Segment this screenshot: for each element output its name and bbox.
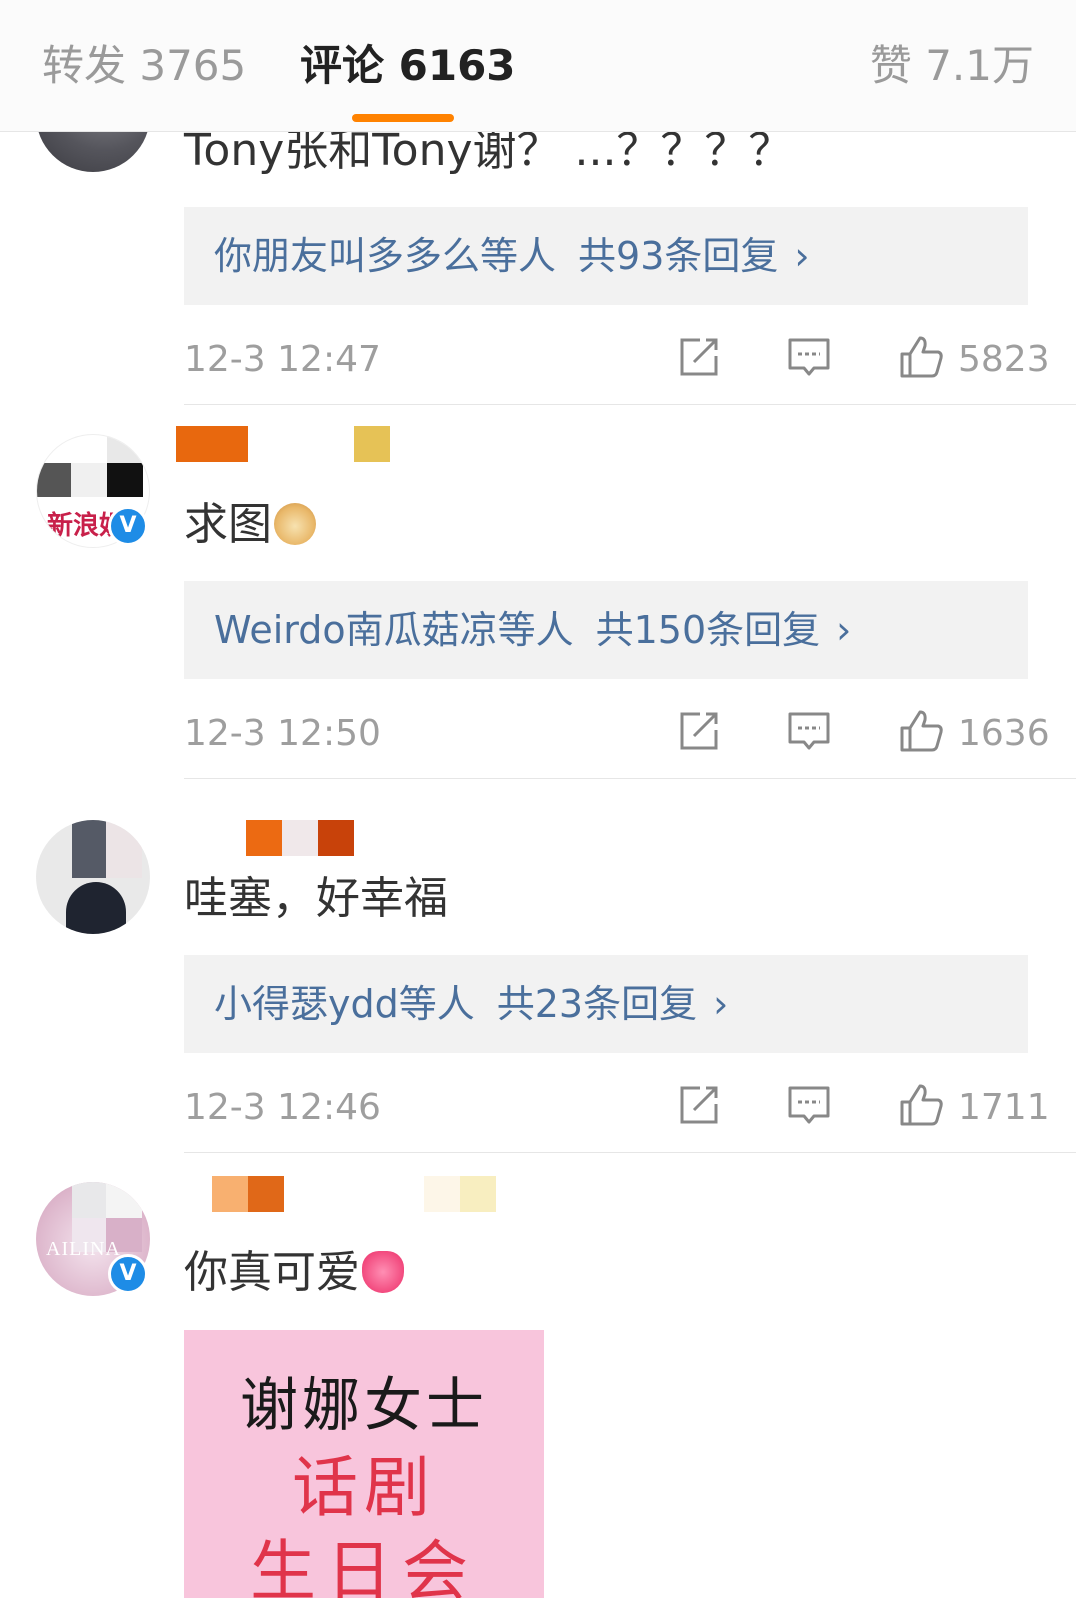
user-badge-2 [460, 1176, 496, 1212]
like-count: 5823 [958, 339, 1050, 380]
like-count: 1711 [958, 1087, 1050, 1128]
chevron-right-icon: › [713, 982, 729, 1026]
user-badge [424, 1176, 460, 1212]
comment-meta: 12-3 12:47 5823 [184, 332, 1050, 388]
tab-bar: 转发 3765 评论 6163 赞 7.1万 [0, 0, 1076, 132]
comment-time: 12-3 12:46 [184, 1087, 381, 1128]
username-redacted-2 [248, 1176, 284, 1212]
reply-users: 小得瑟ydd等人 [214, 982, 475, 1026]
reply-users: 你朋友叫多多么等人 [214, 234, 557, 278]
share-icon[interactable] [674, 332, 724, 382]
like-count: 1636 [958, 713, 1050, 754]
user-badge [354, 426, 390, 462]
reply-count: 共23条回复 [496, 982, 698, 1026]
verified-badge: V [108, 506, 148, 546]
tab-like[interactable]: 赞 7.1万 [870, 36, 1034, 96]
thumbs-up-icon[interactable] [896, 706, 946, 756]
avatar-text: AILINA [46, 1238, 121, 1260]
divider [184, 1152, 1076, 1153]
verified-badge: V [108, 1254, 148, 1294]
divider [184, 778, 1076, 779]
comment-time: 12-3 12:47 [184, 339, 381, 380]
chevron-right-icon: › [836, 608, 852, 652]
reply-users: Weirdo南瓜菇凉等人 [214, 608, 574, 652]
comment-meta: 12-3 12:50 1636 [184, 706, 1050, 762]
comment-meta: 12-3 12:46 1711 [184, 1080, 1050, 1136]
avatar[interactable] [36, 820, 150, 934]
tab-repost[interactable]: 转发 3765 [42, 36, 246, 96]
reply-summary[interactable]: Weirdo南瓜菇凉等人 共150条回复 › [184, 581, 1028, 679]
image-text-line1: 谢娜女士 [239, 1371, 488, 1439]
comment-text-content: 求图 [184, 499, 272, 550]
reply-count: 共93条回复 [578, 234, 779, 278]
comment-icon[interactable] [784, 706, 834, 756]
comment-text-content: 你真可爱 [184, 1247, 360, 1298]
reply-summary[interactable]: 你朋友叫多多么等人 共93条回复 › [184, 207, 1028, 305]
share-icon[interactable] [674, 1080, 724, 1130]
comment-text: 求图 [184, 496, 316, 554]
thumbs-up-icon[interactable] [896, 1080, 946, 1130]
username-redacted[interactable] [176, 426, 248, 462]
reply-summary[interactable]: 小得瑟ydd等人 共23条回复 › [184, 955, 1028, 1053]
heart-emoji-icon [362, 1251, 404, 1293]
comment-time: 12-3 12:50 [184, 713, 381, 754]
thumbs-up-icon[interactable] [896, 332, 946, 382]
chevron-right-icon: › [794, 234, 810, 278]
reply-count: 共150条回复 [595, 608, 821, 652]
active-tab-indicator [352, 114, 454, 122]
username-redacted[interactable] [246, 820, 282, 856]
image-text-line3: 生日会 [250, 1533, 478, 1598]
share-icon[interactable] [674, 706, 724, 756]
username-redacted[interactable] [212, 1176, 248, 1212]
comment-icon[interactable] [784, 1080, 834, 1130]
comment-text: 你真可爱 [184, 1244, 404, 1302]
tab-comment[interactable]: 评论 6163 [300, 36, 516, 96]
comment-icon[interactable] [784, 332, 834, 382]
divider [184, 404, 1076, 405]
username-redacted-2 [282, 820, 318, 856]
doge-emoji-icon [274, 503, 316, 545]
image-text-line2: 话剧 [292, 1449, 436, 1526]
comment-image[interactable]: 谢娜女士 话剧 生日会 [184, 1330, 544, 1598]
comment-text: 哇塞，好幸福 [184, 873, 448, 924]
user-badge [318, 820, 354, 856]
